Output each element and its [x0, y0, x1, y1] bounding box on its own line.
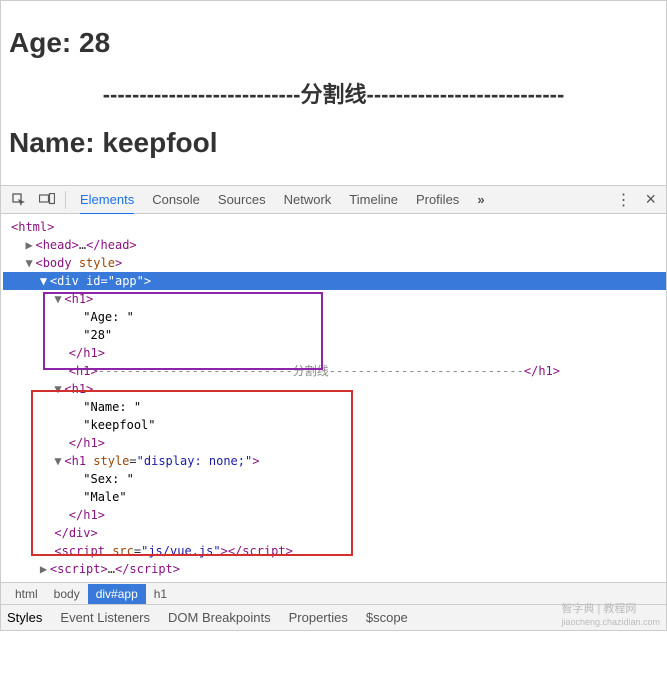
dom-node[interactable]: <h1>---------------------------分割线------… [3, 362, 666, 380]
devtools-panel: Elements Console Sources Network Timelin… [0, 186, 667, 631]
toolbar-separator [65, 191, 66, 209]
subtab-dom-breakpoints[interactable]: DOM Breakpoints [168, 610, 271, 625]
dom-node[interactable]: ▶<head>…</head> [3, 236, 666, 254]
dom-text-node[interactable]: "28" [3, 326, 666, 344]
age-value: 28 [79, 27, 110, 58]
dom-node[interactable]: <script src="js/vue.js"></script> [3, 542, 666, 560]
divider-heading: ---------------------------分割线----------… [9, 77, 658, 109]
inspect-icon[interactable] [5, 186, 33, 214]
dom-text-node[interactable]: "Name: " [3, 398, 666, 416]
watermark: 智字典 | 教程网 jiaocheng.chazidian.com [561, 600, 660, 628]
devtools-tabs: Elements Console Sources Network Timelin… [80, 186, 615, 214]
dom-node[interactable]: </h1> [3, 506, 666, 524]
subtab-styles[interactable]: Styles [7, 610, 42, 625]
dom-text-node[interactable]: "Age: " [3, 308, 666, 326]
dom-text-node[interactable]: "Male" [3, 488, 666, 506]
breadcrumb-item[interactable]: html [7, 584, 46, 604]
age-heading: Age: 28 [9, 27, 658, 59]
breadcrumb-item[interactable]: body [46, 584, 88, 604]
rendered-page: Age: 28 ---------------------------分割线--… [0, 0, 667, 186]
name-value: keepfool [102, 127, 217, 158]
tab-timeline[interactable]: Timeline [349, 192, 398, 207]
tab-elements[interactable]: Elements [80, 192, 134, 207]
tab-network[interactable]: Network [284, 192, 332, 207]
dom-node[interactable]: </h1> [3, 344, 666, 362]
subtab-event-listeners[interactable]: Event Listeners [60, 610, 150, 625]
name-label: Name: [9, 127, 102, 158]
dom-node[interactable]: ▼<h1 style="display: none;"> [3, 452, 666, 470]
dom-node[interactable]: </div> [3, 524, 666, 542]
name-heading: Name: keepfool [9, 127, 658, 159]
breadcrumb-item[interactable]: h1 [146, 584, 175, 604]
dom-tree[interactable]: <html> ▶<head>…</head> ▼<body style> ⋯ ▼… [1, 214, 666, 582]
subtab-scope[interactable]: $scope [366, 610, 408, 625]
sidebar-tabs: Styles Event Listeners DOM Breakpoints P… [1, 604, 666, 630]
age-label: Age: [9, 27, 79, 58]
dom-text-node[interactable]: "Sex: " [3, 470, 666, 488]
menu-icon[interactable]: ⋮ [615, 190, 631, 210]
tab-profiles[interactable]: Profiles [416, 192, 459, 207]
devtools-toolbar: Elements Console Sources Network Timelin… [1, 186, 666, 214]
tab-sources[interactable]: Sources [218, 192, 266, 207]
breadcrumb-item-selected[interactable]: div#app [88, 584, 146, 604]
close-icon[interactable]: × [645, 189, 656, 210]
subtab-properties[interactable]: Properties [289, 610, 348, 625]
tab-console[interactable]: Console [152, 192, 200, 207]
dom-node[interactable]: ▼<h1> [3, 290, 666, 308]
dom-node-selected[interactable]: ⋯ ▼<div id="app"> [3, 272, 666, 290]
dom-node[interactable]: <html> [3, 218, 666, 236]
dom-node[interactable]: ▼<body style> [3, 254, 666, 272]
dom-node[interactable]: ▼<h1> [3, 380, 666, 398]
dom-text-node[interactable]: "keepfool" [3, 416, 666, 434]
device-toggle-icon[interactable] [33, 186, 61, 214]
dom-node[interactable]: ▶<script>…</script> [3, 560, 666, 578]
tabs-overflow-icon[interactable]: » [477, 192, 482, 207]
dom-node[interactable]: </h1> [3, 434, 666, 452]
